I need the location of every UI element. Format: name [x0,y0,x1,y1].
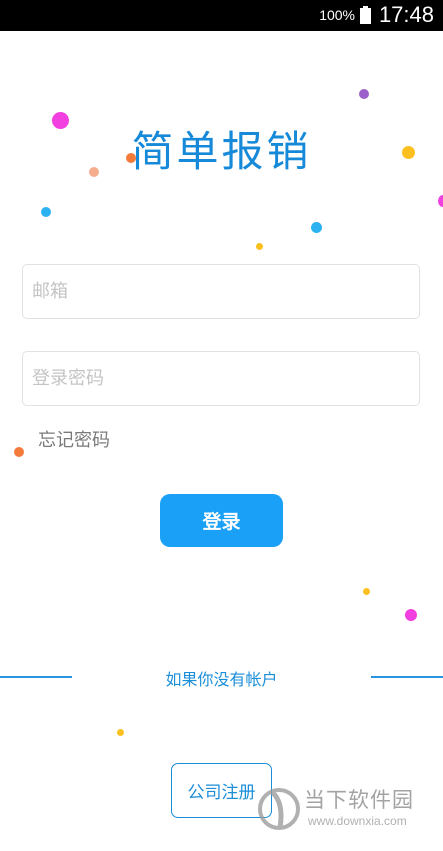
battery-full-icon [360,6,371,24]
decor-dot [117,729,124,736]
watermark-url: www.downxia.com [308,814,407,828]
watermark-name: 当下软件园 [304,788,414,812]
decor-dot [363,588,370,595]
password-field[interactable] [23,352,419,405]
decor-dot [405,609,417,621]
forgot-password-link[interactable]: 忘记密码 [38,426,110,452]
watermark: 当下软件园 www.downxia.com [258,780,443,840]
email-field[interactable] [23,265,419,318]
password-field-container [22,351,420,406]
decor-dot [311,222,322,233]
decor-dot [256,243,263,250]
company-register-button[interactable]: 公司注册 [171,763,272,818]
app-title: 简单报销 [131,127,312,176]
decor-dot [438,195,443,207]
decor-dot [14,447,24,457]
status-time: 17:48 [378,2,434,27]
email-field-container [22,264,420,319]
battery-percent: 100% [319,7,355,23]
watermark-logo-icon [258,788,300,830]
login-button[interactable]: 登录 [160,494,283,547]
decor-dot [41,207,51,217]
no-account-prompt: 如果你没有帐户 [165,670,278,689]
decor-dot [359,89,369,99]
status-bar: 100% 17:48 [0,0,443,31]
